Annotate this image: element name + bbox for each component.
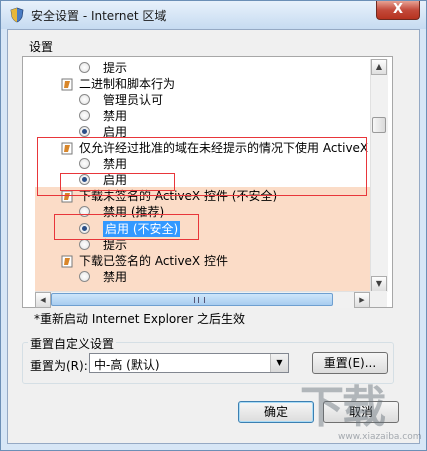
radio-icon[interactable] — [79, 271, 90, 282]
select-value: 中-高 (默认) — [94, 358, 160, 372]
grip-icon — [194, 297, 205, 303]
horizontal-scrollbar[interactable]: ◀ ▶ — [35, 291, 370, 308]
vertical-scrollbar[interactable]: ▲ ▼ — [370, 59, 388, 292]
radio-icon[interactable] — [79, 239, 90, 250]
radio-icon[interactable] — [79, 62, 90, 73]
reset-button[interactable]: 重置(E)... — [312, 352, 388, 374]
header-label: 下载已签名的 ActiveX 控件 — [79, 254, 228, 268]
scroll-down-arrow-icon[interactable]: ▼ — [371, 276, 387, 292]
radio-icon[interactable] — [79, 94, 90, 105]
option-label: 禁用 — [103, 109, 128, 123]
horizontal-scroll-thumb[interactable] — [51, 293, 333, 306]
header-label: 二进制和脚本行为 — [79, 77, 176, 91]
close-button[interactable]: X — [376, 1, 420, 20]
scrollbar-corner — [370, 291, 387, 307]
option-label: 禁用 — [103, 270, 128, 284]
reset-to-label: 重置为(R): — [30, 359, 88, 373]
scroll-right-arrow-icon[interactable]: ▶ — [354, 292, 370, 308]
settings-category-icon — [61, 255, 73, 268]
security-shield-icon — [10, 7, 24, 23]
annotation-box-enable-unsafe — [54, 214, 199, 240]
restart-note: *重新启动 Internet Explorer 之后生效 — [34, 312, 246, 326]
scroll-left-arrow-icon[interactable]: ◀ — [35, 292, 51, 308]
radio-checked-icon[interactable] — [79, 126, 90, 137]
title-bar[interactable]: 安全设置 - Internet 区域 X — [1, 1, 426, 29]
option-label: 提示 — [103, 61, 128, 75]
annotation-box-enable-option — [60, 173, 175, 191]
vertical-scroll-thumb[interactable] — [372, 117, 386, 133]
chevron-down-icon[interactable]: ▼ — [270, 354, 288, 372]
option-label: 管理员认可 — [103, 93, 164, 107]
settings-category-icon — [61, 78, 73, 91]
watermark-url: www.xiazaiba.com — [338, 432, 422, 442]
window-title: 安全设置 - Internet 区域 — [31, 9, 167, 23]
reset-level-select[interactable]: 中-高 (默认) ▼ — [89, 353, 289, 373]
scroll-up-arrow-icon[interactable]: ▲ — [371, 59, 387, 75]
reset-group-label: 重置自定义设置 — [28, 335, 117, 352]
settings-group-label: 设置 — [29, 40, 54, 54]
radio-icon[interactable] — [79, 110, 90, 121]
